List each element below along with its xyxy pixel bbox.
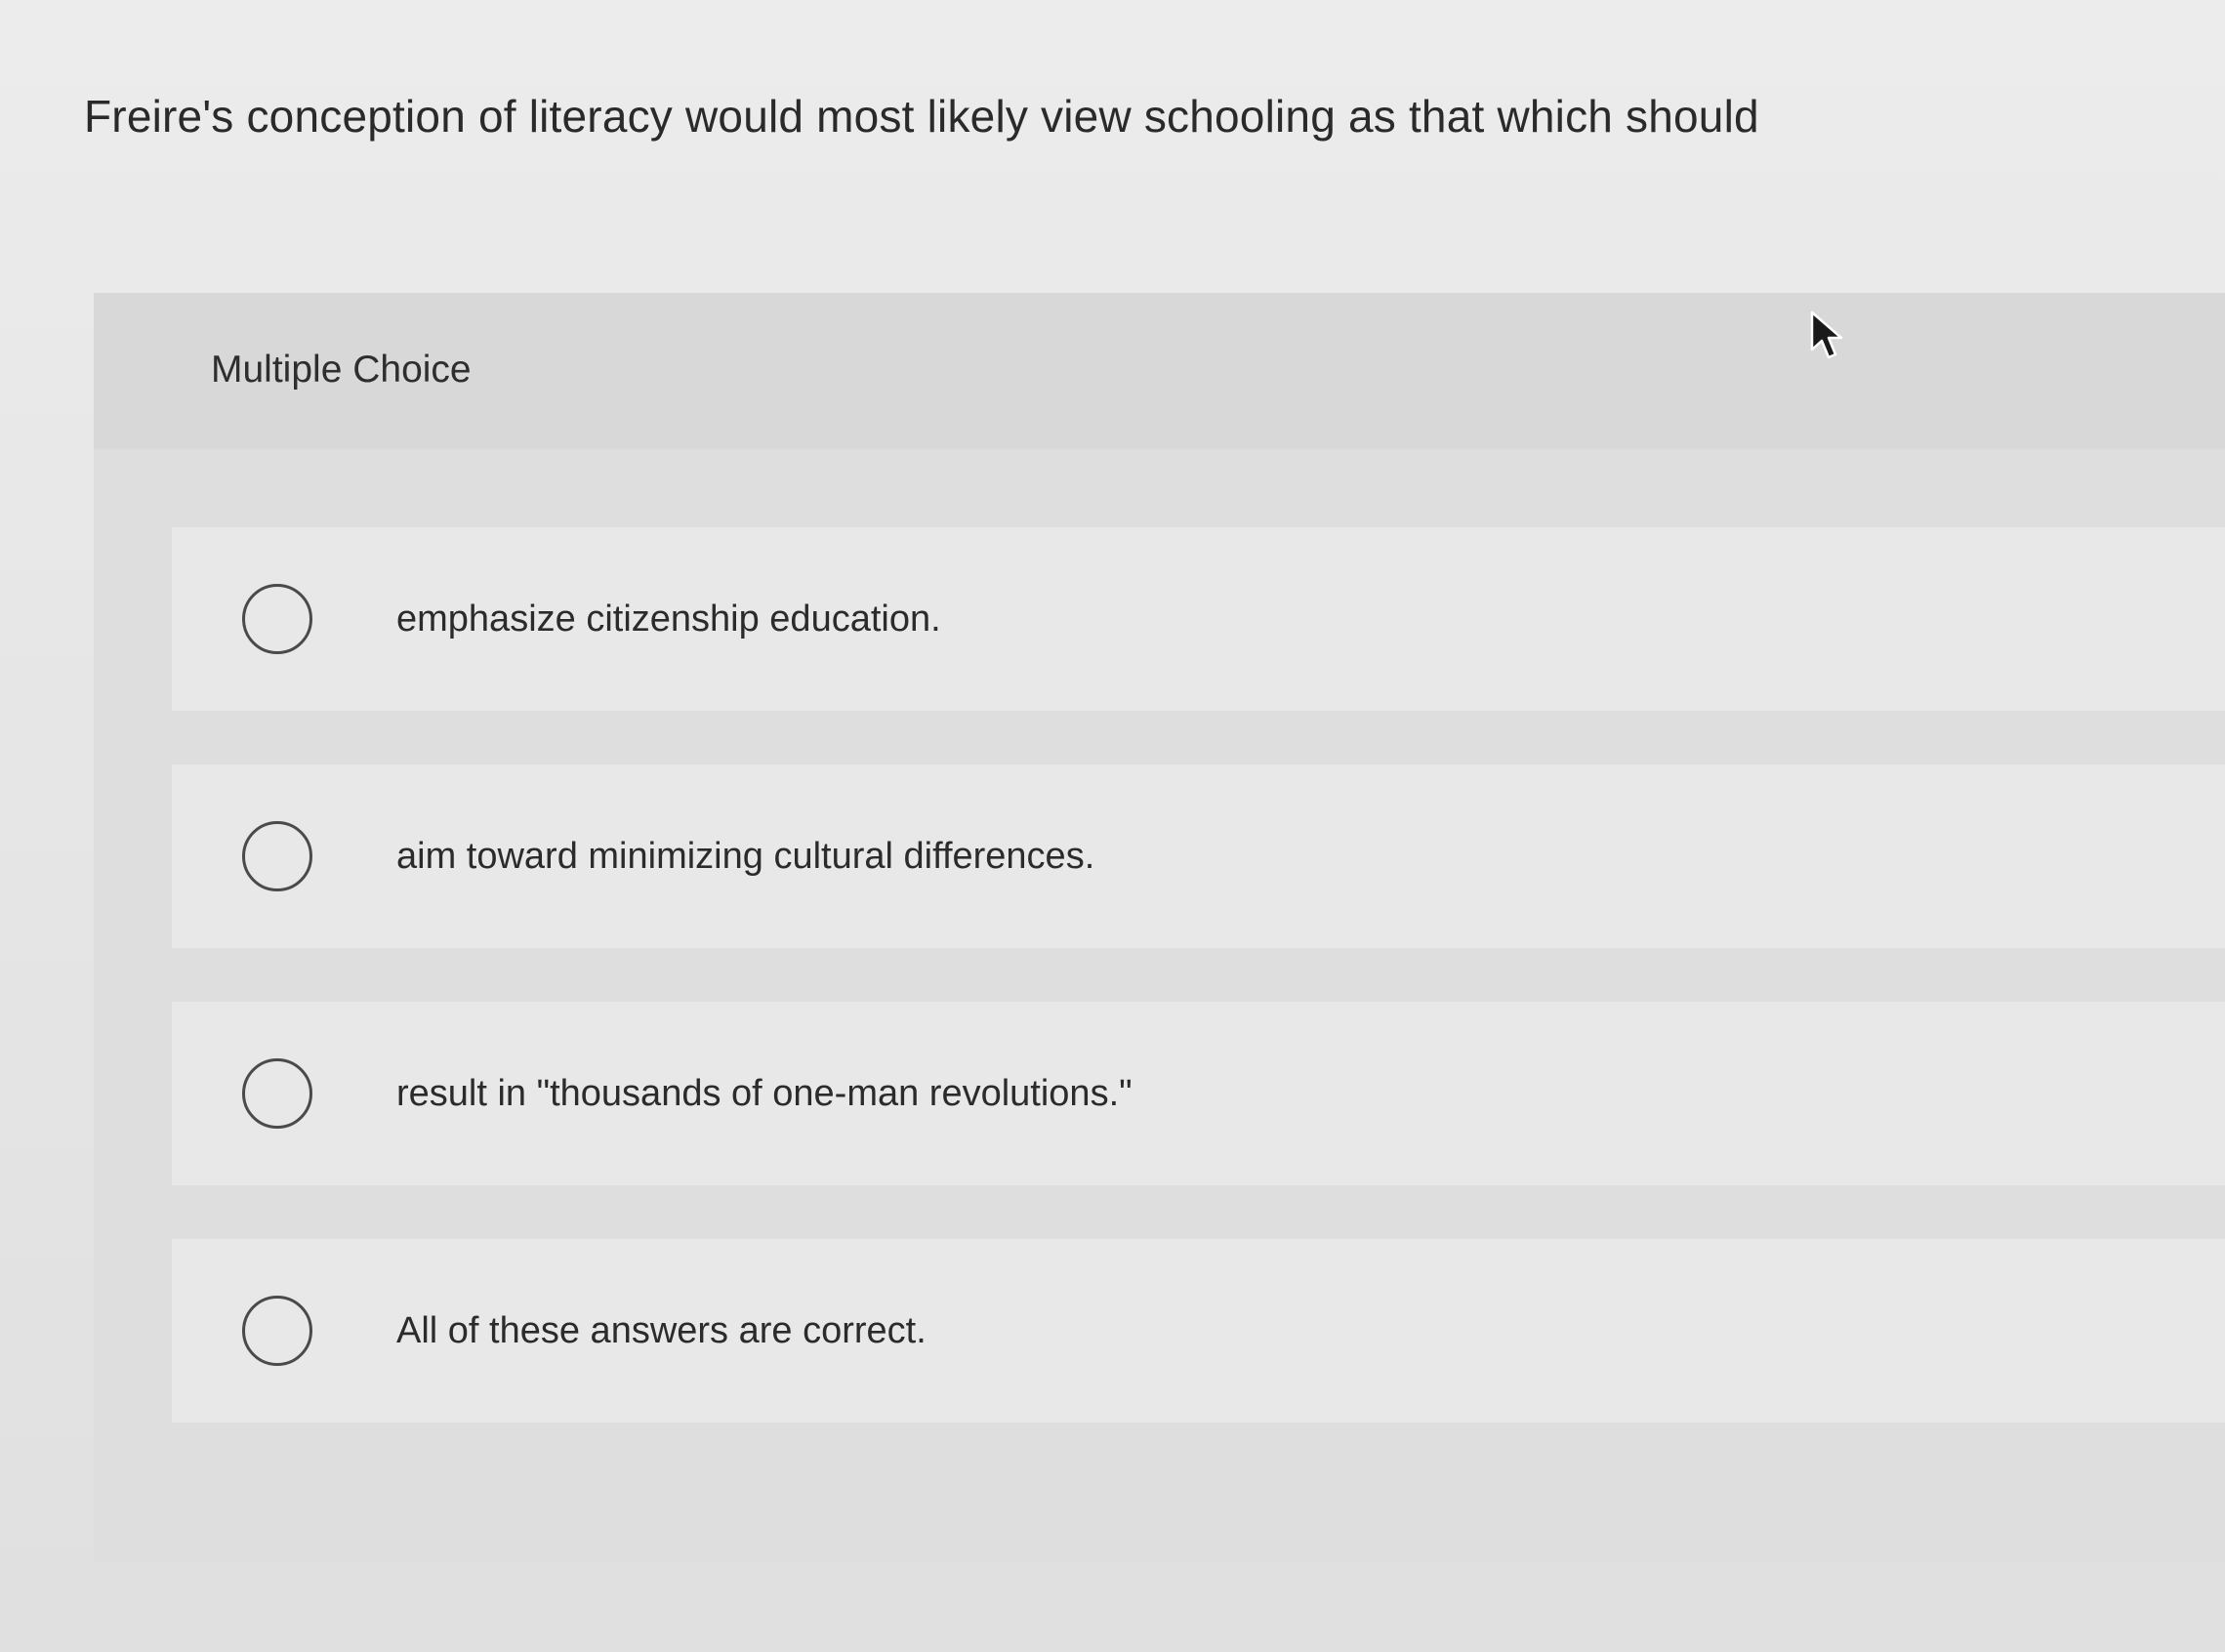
answer-option-label[interactable]: emphasize citizenship education. bbox=[396, 599, 941, 640]
answer-option-label[interactable]: All of these answers are correct. bbox=[396, 1310, 927, 1352]
answer-option-label[interactable]: result in "thousands of one-man revoluti… bbox=[396, 1073, 1133, 1115]
answer-option-3[interactable]: result in "thousands of one-man revoluti… bbox=[172, 1002, 2225, 1185]
answer-option-2[interactable]: aim toward minimizing cultural differenc… bbox=[172, 764, 2225, 948]
radio-button-icon[interactable] bbox=[242, 584, 312, 654]
radio-button-icon[interactable] bbox=[242, 1058, 312, 1129]
radio-button-icon[interactable] bbox=[242, 821, 312, 891]
answer-options: emphasize citizenship education. aim tow… bbox=[172, 527, 2225, 1476]
mouse-pointer-icon bbox=[1810, 310, 1843, 359]
question-text: Freire's conception of literacy would mo… bbox=[84, 91, 1759, 142]
answer-option-4[interactable]: All of these answers are correct. bbox=[172, 1239, 2225, 1423]
question-type-label: Multiple Choice bbox=[211, 349, 472, 391]
question-type-header: Multiple Choice bbox=[94, 293, 2225, 449]
answer-option-1[interactable]: emphasize citizenship education. bbox=[172, 527, 2225, 711]
question-card: Multiple Choice emphasize citizenship ed… bbox=[94, 293, 2225, 1562]
answer-option-label[interactable]: aim toward minimizing cultural differenc… bbox=[396, 836, 1094, 878]
radio-button-icon[interactable] bbox=[242, 1296, 312, 1366]
